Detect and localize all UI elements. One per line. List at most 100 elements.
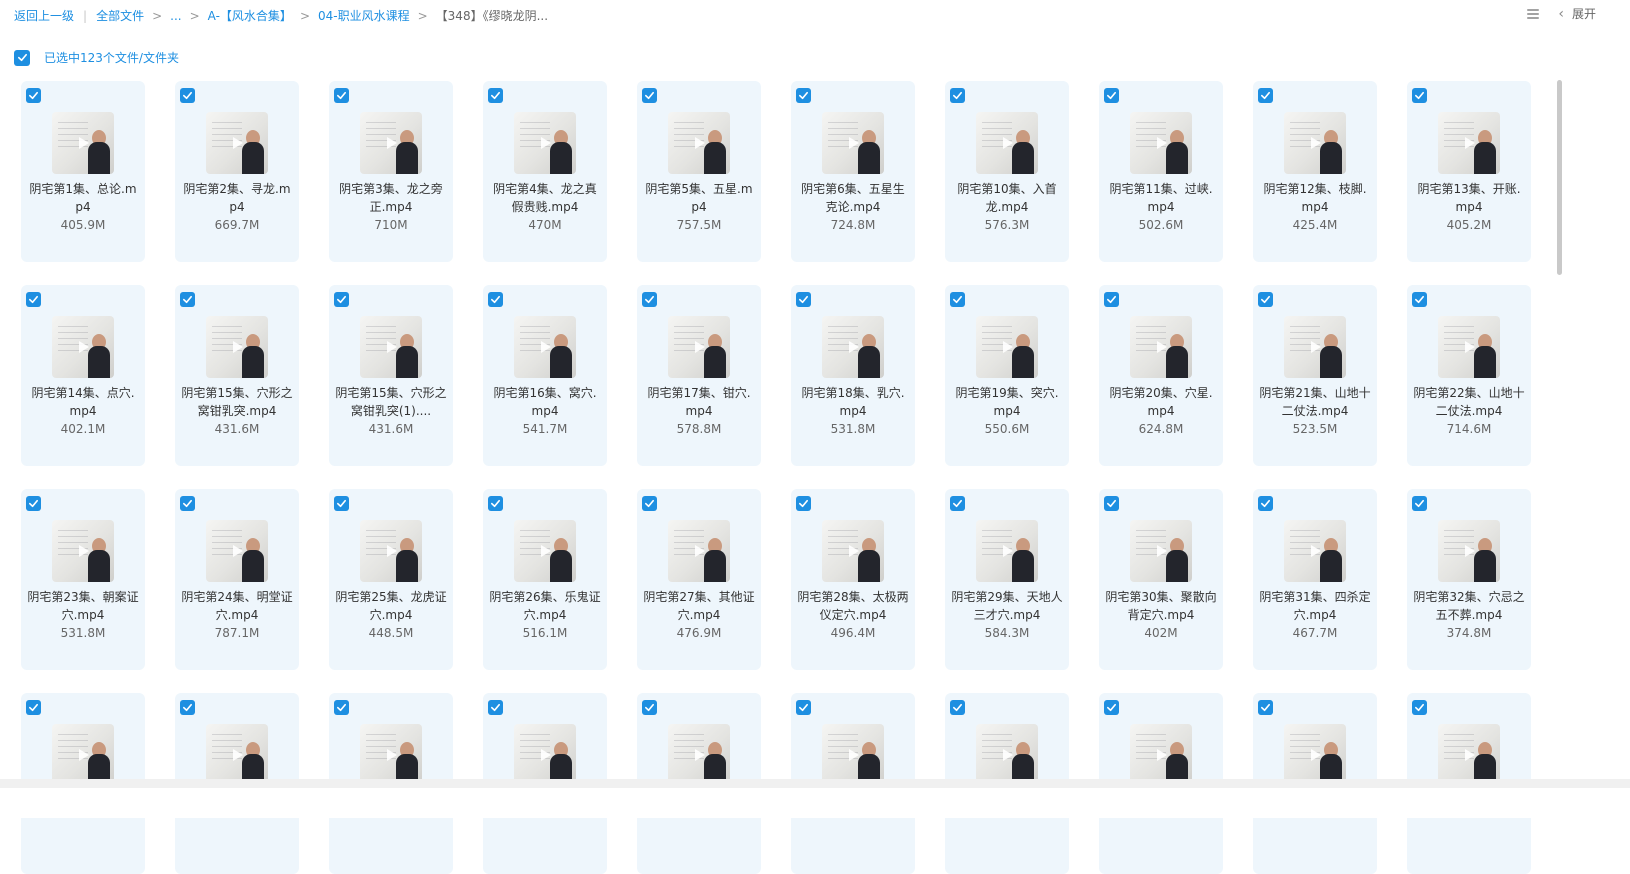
file-checkbox[interactable] bbox=[796, 496, 811, 511]
file-card[interactable]: 阴宅第18集、乳穴.mp4 531.8M bbox=[791, 285, 915, 466]
file-card[interactable]: 阴宅第11集、过峡.mp4 502.6M bbox=[1099, 81, 1223, 262]
video-thumbnail[interactable] bbox=[52, 316, 114, 378]
file-name[interactable]: 阴宅第16集、窝穴.mp4 bbox=[489, 384, 601, 420]
file-card[interactable]: 阴宅第24集、明堂证穴.mp4 787.1M bbox=[175, 489, 299, 670]
file-card[interactable]: 阴宅第5集、五星.mp4 757.5M bbox=[637, 81, 761, 262]
file-checkbox[interactable] bbox=[180, 88, 195, 103]
video-thumbnail[interactable] bbox=[514, 724, 576, 786]
file-checkbox[interactable] bbox=[1104, 496, 1119, 511]
file-checkbox[interactable] bbox=[26, 496, 41, 511]
file-checkbox[interactable] bbox=[26, 292, 41, 307]
video-thumbnail[interactable] bbox=[1130, 316, 1192, 378]
file-card[interactable]: 阴宅第27集、其他证穴.mp4 476.9M bbox=[637, 489, 761, 670]
file-name[interactable]: 阴宅第11集、过峡.mp4 bbox=[1105, 180, 1217, 216]
file-name[interactable]: 阴宅第4集、龙之真假贵贱.mp4 bbox=[489, 180, 601, 216]
file-card[interactable]: 阴宅第30集、聚散向背定穴.mp4 402M bbox=[1099, 489, 1223, 670]
video-thumbnail[interactable] bbox=[822, 520, 884, 582]
video-thumbnail[interactable] bbox=[1284, 316, 1346, 378]
file-checkbox[interactable] bbox=[1104, 88, 1119, 103]
file-card[interactable]: 阴宅第21集、山地十二仗法.mp4 523.5M bbox=[1253, 285, 1377, 466]
file-checkbox[interactable] bbox=[1412, 700, 1427, 715]
file-name[interactable]: 阴宅第3集、龙之旁正.mp4 bbox=[335, 180, 447, 216]
video-thumbnail[interactable] bbox=[206, 724, 268, 786]
video-thumbnail[interactable] bbox=[1438, 112, 1500, 174]
file-card[interactable]: 阴宅第23集、朝案证穴.mp4 531.8M bbox=[21, 489, 145, 670]
file-checkbox[interactable] bbox=[26, 700, 41, 715]
file-checkbox[interactable] bbox=[1258, 88, 1273, 103]
file-checkbox[interactable] bbox=[642, 496, 657, 511]
file-card[interactable]: 阴宅第3集、龙之旁正.mp4 710M bbox=[329, 81, 453, 262]
file-card[interactable]: 阴宅第25集、龙虎证穴.mp4 448.5M bbox=[329, 489, 453, 670]
file-name[interactable]: 阴宅第27集、其他证穴.mp4 bbox=[643, 588, 755, 624]
video-thumbnail[interactable] bbox=[206, 112, 268, 174]
file-checkbox[interactable] bbox=[796, 292, 811, 307]
video-thumbnail[interactable] bbox=[668, 316, 730, 378]
video-thumbnail[interactable] bbox=[1284, 724, 1346, 786]
file-checkbox[interactable] bbox=[180, 700, 195, 715]
file-name[interactable]: 阴宅第14集、点穴.mp4 bbox=[27, 384, 139, 420]
file-card[interactable]: 阴宅第22集、山地十二仗法.mp4 714.6M bbox=[1407, 285, 1531, 466]
file-card[interactable]: 阴宅第15集、穴形之窝钳乳突(1).... 431.6M bbox=[329, 285, 453, 466]
expand-button[interactable]: 展开 bbox=[1572, 5, 1596, 22]
video-thumbnail[interactable] bbox=[1438, 520, 1500, 582]
video-thumbnail[interactable] bbox=[668, 520, 730, 582]
video-thumbnail[interactable] bbox=[976, 316, 1038, 378]
video-thumbnail[interactable] bbox=[668, 724, 730, 786]
file-name[interactable]: 阴宅第24集、明堂证穴.mp4 bbox=[181, 588, 293, 624]
file-card[interactable]: 阴宅第2集、寻龙.mp4 669.7M bbox=[175, 81, 299, 262]
file-checkbox[interactable] bbox=[950, 88, 965, 103]
video-thumbnail[interactable] bbox=[52, 112, 114, 174]
file-card[interactable]: 阴宅第20集、穴星.mp4 624.8M bbox=[1099, 285, 1223, 466]
video-thumbnail[interactable] bbox=[206, 316, 268, 378]
file-name[interactable]: 阴宅第5集、五星.mp4 bbox=[643, 180, 755, 216]
video-thumbnail[interactable] bbox=[52, 520, 114, 582]
file-card[interactable]: 阴宅第14集、点穴.mp4 402.1M bbox=[21, 285, 145, 466]
file-name[interactable]: 阴宅第31集、四杀定穴.mp4 bbox=[1259, 588, 1371, 624]
file-checkbox[interactable] bbox=[180, 292, 195, 307]
file-checkbox[interactable] bbox=[26, 88, 41, 103]
video-thumbnail[interactable] bbox=[1130, 520, 1192, 582]
file-checkbox[interactable] bbox=[950, 496, 965, 511]
file-name[interactable]: 阴宅第19集、突穴.mp4 bbox=[951, 384, 1063, 420]
file-card[interactable]: 阴宅第28集、太极两仪定穴.mp4 496.4M bbox=[791, 489, 915, 670]
file-checkbox[interactable] bbox=[1412, 88, 1427, 103]
file-checkbox[interactable] bbox=[1412, 292, 1427, 307]
file-name[interactable]: 阴宅第1集、总论.mp4 bbox=[27, 180, 139, 216]
file-checkbox[interactable] bbox=[796, 700, 811, 715]
file-name[interactable]: 阴宅第10集、入首龙.mp4 bbox=[951, 180, 1063, 216]
file-name[interactable]: 阴宅第13集、开账.mp4 bbox=[1413, 180, 1525, 216]
breadcrumb-level2[interactable]: 04-职业风水课程 bbox=[318, 7, 410, 24]
file-checkbox[interactable] bbox=[180, 496, 195, 511]
video-thumbnail[interactable] bbox=[514, 316, 576, 378]
file-name[interactable]: 阴宅第23集、朝案证穴.mp4 bbox=[27, 588, 139, 624]
video-thumbnail[interactable] bbox=[206, 520, 268, 582]
video-thumbnail[interactable] bbox=[1130, 112, 1192, 174]
file-card[interactable]: 阴宅第13集、开账.mp4 405.2M bbox=[1407, 81, 1531, 262]
file-name[interactable]: 阴宅第32集、穴忌之五不葬.mp4 bbox=[1413, 588, 1525, 624]
file-name[interactable]: 阴宅第18集、乳穴.mp4 bbox=[797, 384, 909, 420]
video-thumbnail[interactable] bbox=[360, 520, 422, 582]
horizontal-scrollbar[interactable] bbox=[0, 779, 1630, 788]
file-checkbox[interactable] bbox=[1104, 700, 1119, 715]
file-checkbox[interactable] bbox=[1412, 496, 1427, 511]
file-name[interactable]: 阴宅第21集、山地十二仗法.mp4 bbox=[1259, 384, 1371, 420]
file-card[interactable]: 阴宅第16集、窝穴.mp4 541.7M bbox=[483, 285, 607, 466]
file-name[interactable]: 阴宅第20集、穴星.mp4 bbox=[1105, 384, 1217, 420]
breadcrumb-level1[interactable]: A-【风水合集】 bbox=[208, 7, 292, 24]
file-checkbox[interactable] bbox=[488, 292, 503, 307]
video-thumbnail[interactable] bbox=[1130, 724, 1192, 786]
file-name[interactable]: 阴宅第26集、乐鬼证穴.mp4 bbox=[489, 588, 601, 624]
list-view-icon[interactable] bbox=[1526, 7, 1540, 21]
file-card[interactable]: 阴宅第17集、钳穴.mp4 578.8M bbox=[637, 285, 761, 466]
file-checkbox[interactable] bbox=[642, 700, 657, 715]
file-card[interactable]: 阴宅第26集、乐鬼证穴.mp4 516.1M bbox=[483, 489, 607, 670]
file-checkbox[interactable] bbox=[1258, 496, 1273, 511]
file-name[interactable]: 阴宅第28集、太极两仪定穴.mp4 bbox=[797, 588, 909, 624]
file-checkbox[interactable] bbox=[488, 700, 503, 715]
video-thumbnail[interactable] bbox=[52, 724, 114, 786]
file-checkbox[interactable] bbox=[488, 496, 503, 511]
file-name[interactable]: 阴宅第12集、枝脚.mp4 bbox=[1259, 180, 1371, 216]
video-thumbnail[interactable] bbox=[514, 520, 576, 582]
file-checkbox[interactable] bbox=[1258, 700, 1273, 715]
file-name[interactable]: 阴宅第15集、穴形之窝钳乳突(1).... bbox=[335, 384, 447, 420]
